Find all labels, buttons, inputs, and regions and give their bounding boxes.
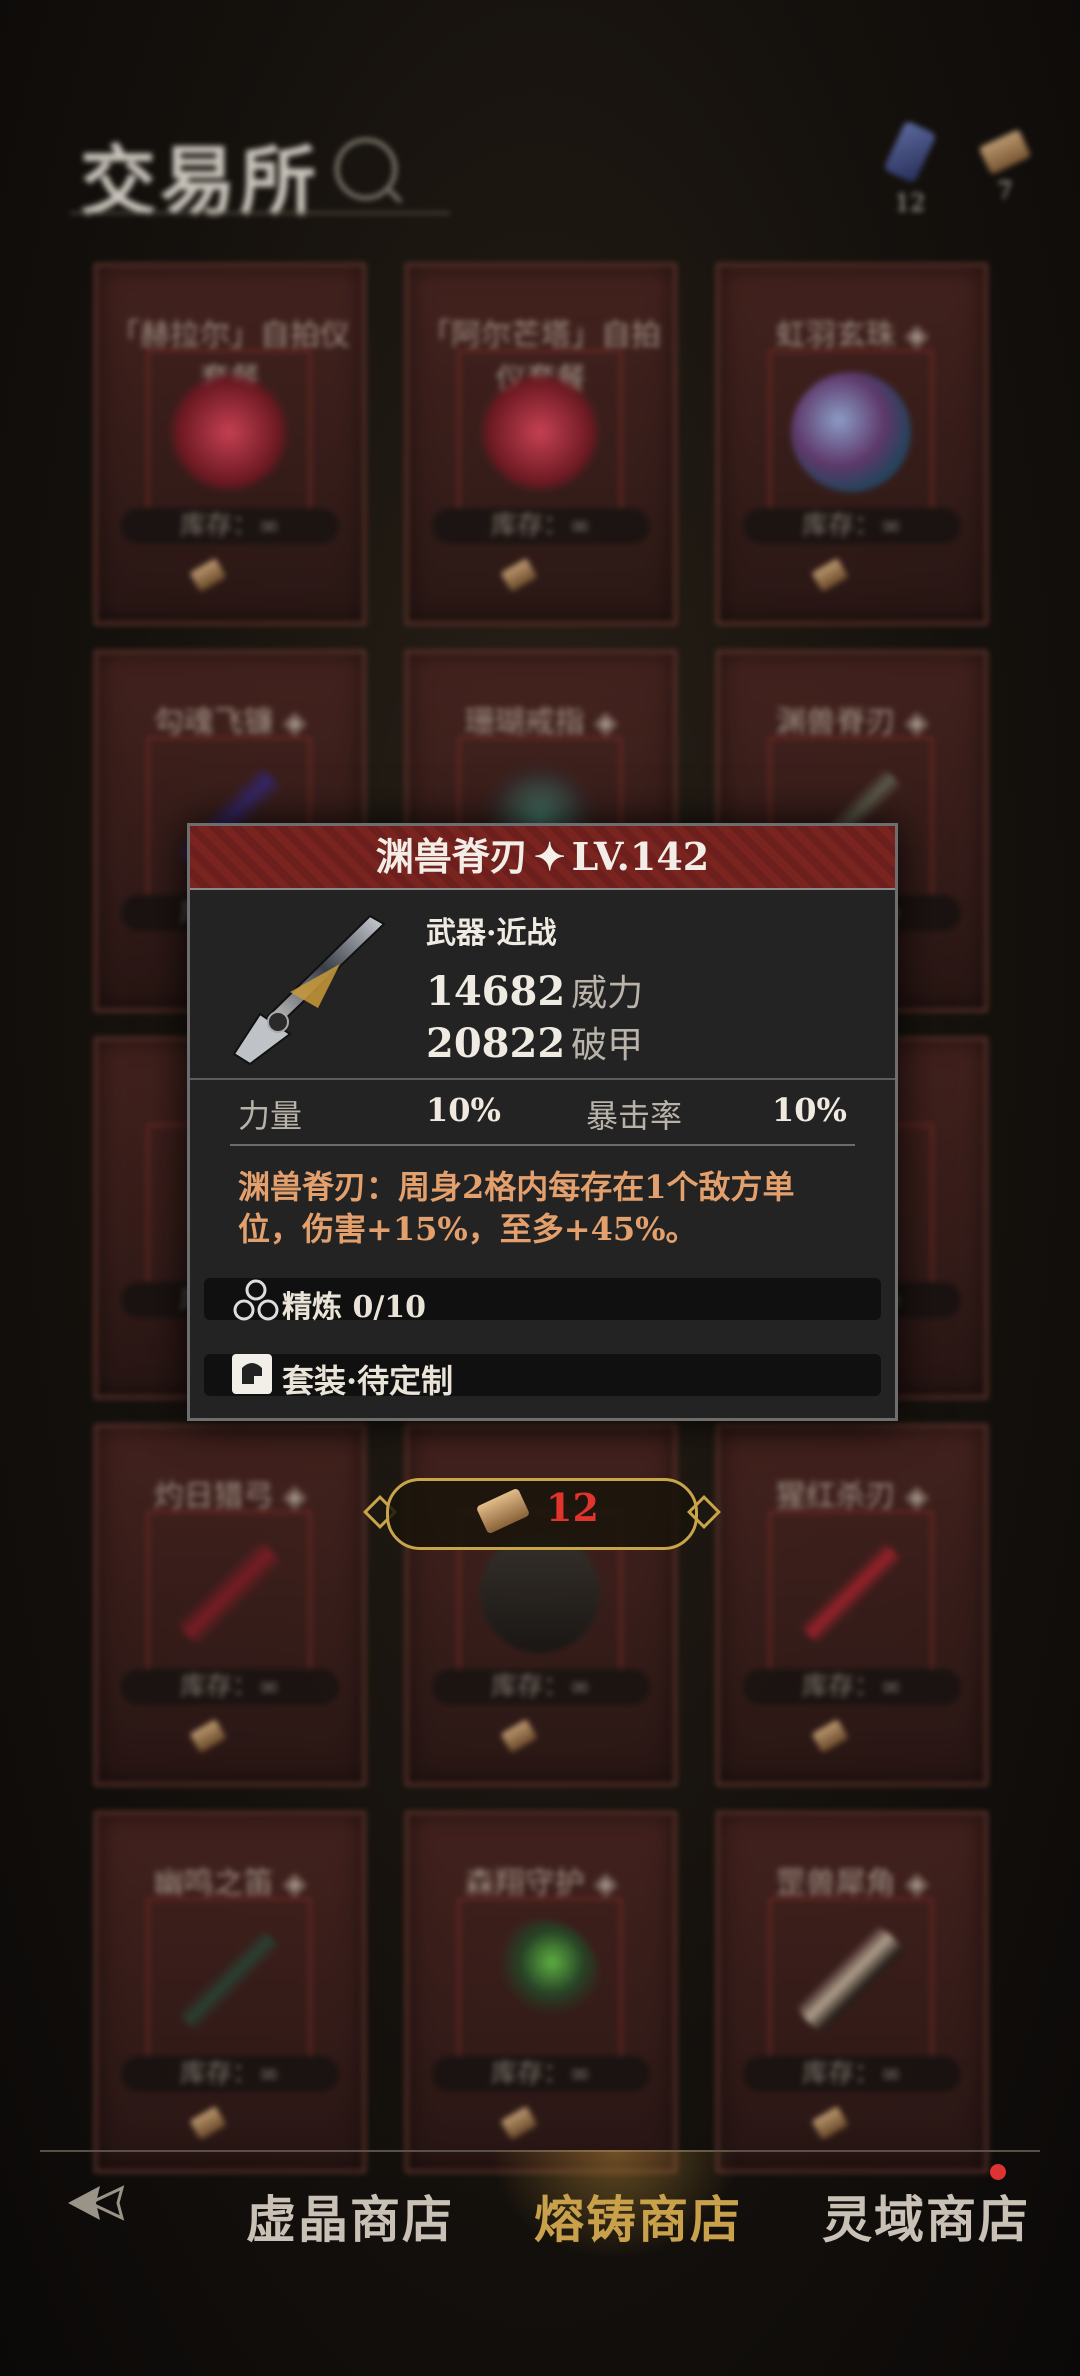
pierce-stat: 20822 破甲	[426, 1016, 643, 1068]
attr-crit-label: 暴击率	[586, 1097, 683, 1135]
shop-item-name: 灼日猎弓 ◈	[153, 1479, 307, 1514]
item-detail-popup: 渊兽脊刃 ✦ LV.142 武器·近战 14682 威力 20822 破甲 力量 10%…	[187, 823, 898, 1421]
shop-item-card[interactable]: 「赫拉尔」自拍仪套餐库存：∞	[94, 263, 366, 625]
shop-item-frame	[147, 1511, 311, 1675]
shop-item-art	[791, 372, 911, 492]
currency-gem-count: 12	[894, 189, 926, 217]
shop-item-stock: 库存：∞	[121, 2056, 339, 2092]
shop-item-card[interactable]: 罡兽犀角 ◈ 库存：∞	[716, 1811, 988, 2173]
shop-item-name: 勾魂飞镰 ◈	[153, 705, 307, 740]
shop-item-frame	[769, 1511, 933, 1675]
shop-item-art	[480, 1920, 600, 2040]
power-label: 威力	[571, 973, 644, 1014]
shop-item-name: 猩红杀刃 ◈	[775, 1479, 929, 1514]
suit-armor-icon	[232, 1354, 272, 1394]
shop-item-art	[169, 1533, 289, 1653]
tab-lingyu-shop[interactable]: 灵域商店	[822, 2180, 1030, 2252]
shop-item-card[interactable]: 幽鸣之笛 ◈ 库存：∞	[94, 1811, 366, 2173]
currency-ingot-count: 7	[997, 177, 1013, 205]
title-underline	[70, 212, 450, 214]
currency-ingot: 7	[975, 125, 1035, 205]
shop-item-art	[791, 1920, 911, 2040]
tab-xujing-shop[interactable]: 虚晶商店	[246, 2180, 454, 2252]
search-icon[interactable]	[335, 138, 397, 200]
shop-item-card[interactable]: 猩红杀刃 ◈ 库存：∞	[716, 1424, 988, 1786]
weapon-type: 武器·近战	[426, 916, 557, 951]
power-stat: 14682 威力	[426, 964, 643, 1016]
blue-gem-icon	[883, 120, 937, 184]
shop-item-stock: 库存：∞	[121, 508, 339, 544]
shop-item-frame	[458, 1898, 622, 2062]
attr-strength-value: 10%	[426, 1091, 501, 1129]
notification-badge	[990, 2164, 1006, 2180]
ingot-icon	[500, 1718, 538, 1754]
shop-item-name: 幽鸣之笛 ◈	[153, 1866, 307, 1901]
shop-item-frame	[458, 350, 622, 514]
ingot-icon	[811, 557, 849, 593]
ingot-icon	[189, 2105, 227, 2141]
shop-item-frame	[769, 1898, 933, 2062]
refine-progress: 精炼 0/10	[282, 1290, 427, 1325]
tab-rongzhu-shop[interactable]: 熔铸商店	[534, 2180, 742, 2252]
pierce-label: 破甲	[571, 1025, 644, 1066]
shop-item-card[interactable]: 「阿尔芒塔」自拍仪套餐库存：∞	[405, 263, 677, 625]
ingot-icon	[978, 129, 1032, 175]
weapon-image	[232, 914, 386, 1066]
shop-item-art	[480, 372, 600, 492]
shop-item-name: 虹羽玄珠 ◈	[775, 318, 929, 353]
item-effect-text: 渊兽脊刃：周身2格内每存在1个敌方单位，伤害+15%，至多+45%。	[238, 1168, 795, 1248]
suit-label: 套装·待定制	[282, 1362, 454, 1400]
shop-item-stock: 库存：∞	[432, 1669, 650, 1705]
ingot-icon	[811, 2105, 849, 2141]
shop-item-stock: 库存：∞	[121, 1669, 339, 1705]
shop-item-name: 渊兽脊刃 ◈	[775, 705, 929, 740]
shop-item-art	[480, 1533, 600, 1653]
shop-item-name: 罡兽犀角 ◈	[775, 1866, 929, 1901]
ingot-icon	[811, 1718, 849, 1754]
back-arrow-icon[interactable]	[60, 2178, 130, 2228]
ingot-icon	[500, 557, 538, 593]
price-value: 12	[546, 1485, 599, 1530]
price-button[interactable]	[386, 1478, 698, 1550]
currency-gem: 12	[880, 120, 940, 217]
item-name: 渊兽脊刃	[375, 834, 528, 879]
attr-strength-label: 力量	[238, 1097, 303, 1135]
shop-item-card[interactable]: 灼日猎弓 ◈ 库存：∞	[94, 1424, 366, 1786]
shop-item-art	[169, 372, 289, 492]
item-level: LV.142	[571, 834, 710, 879]
ingot-icon	[189, 557, 227, 593]
pierce-value: 20822	[426, 1020, 566, 1067]
shop-item-frame	[147, 1898, 311, 2062]
shop-item-card[interactable]: 虹羽玄珠 ◈ 库存：∞	[716, 263, 988, 625]
shop-item-stock: 库存：∞	[743, 1669, 961, 1705]
ingot-icon	[500, 2105, 538, 2141]
attr-crit-value: 10%	[772, 1091, 847, 1129]
shop-item-name: 珊瑚戒指 ◈	[464, 705, 618, 740]
shop-item-card[interactable]: 森翔守护 ◈ 库存：∞	[405, 1811, 677, 2173]
shop-item-stock: 库存：∞	[743, 508, 961, 544]
popup-header: 渊兽脊刃 ✦ LV.142	[190, 826, 895, 890]
shop-item-frame	[147, 350, 311, 514]
shop-item-stock: 库存：∞	[432, 508, 650, 544]
shop-item-stock: 库存：∞	[432, 2056, 650, 2092]
sparkle-icon: ✦	[533, 834, 566, 879]
attr-divider	[230, 1144, 855, 1146]
refine-icon	[233, 1279, 279, 1321]
power-value: 14682	[426, 968, 566, 1015]
shop-item-frame	[769, 350, 933, 514]
popup-divider	[190, 1078, 895, 1080]
shop-item-art	[791, 1533, 911, 1653]
shop-item-art	[169, 1920, 289, 2040]
shop-item-stock: 库存：∞	[743, 2056, 961, 2092]
shop-item-name: 森翔守护 ◈	[464, 1866, 618, 1901]
ingot-icon	[189, 1718, 227, 1754]
